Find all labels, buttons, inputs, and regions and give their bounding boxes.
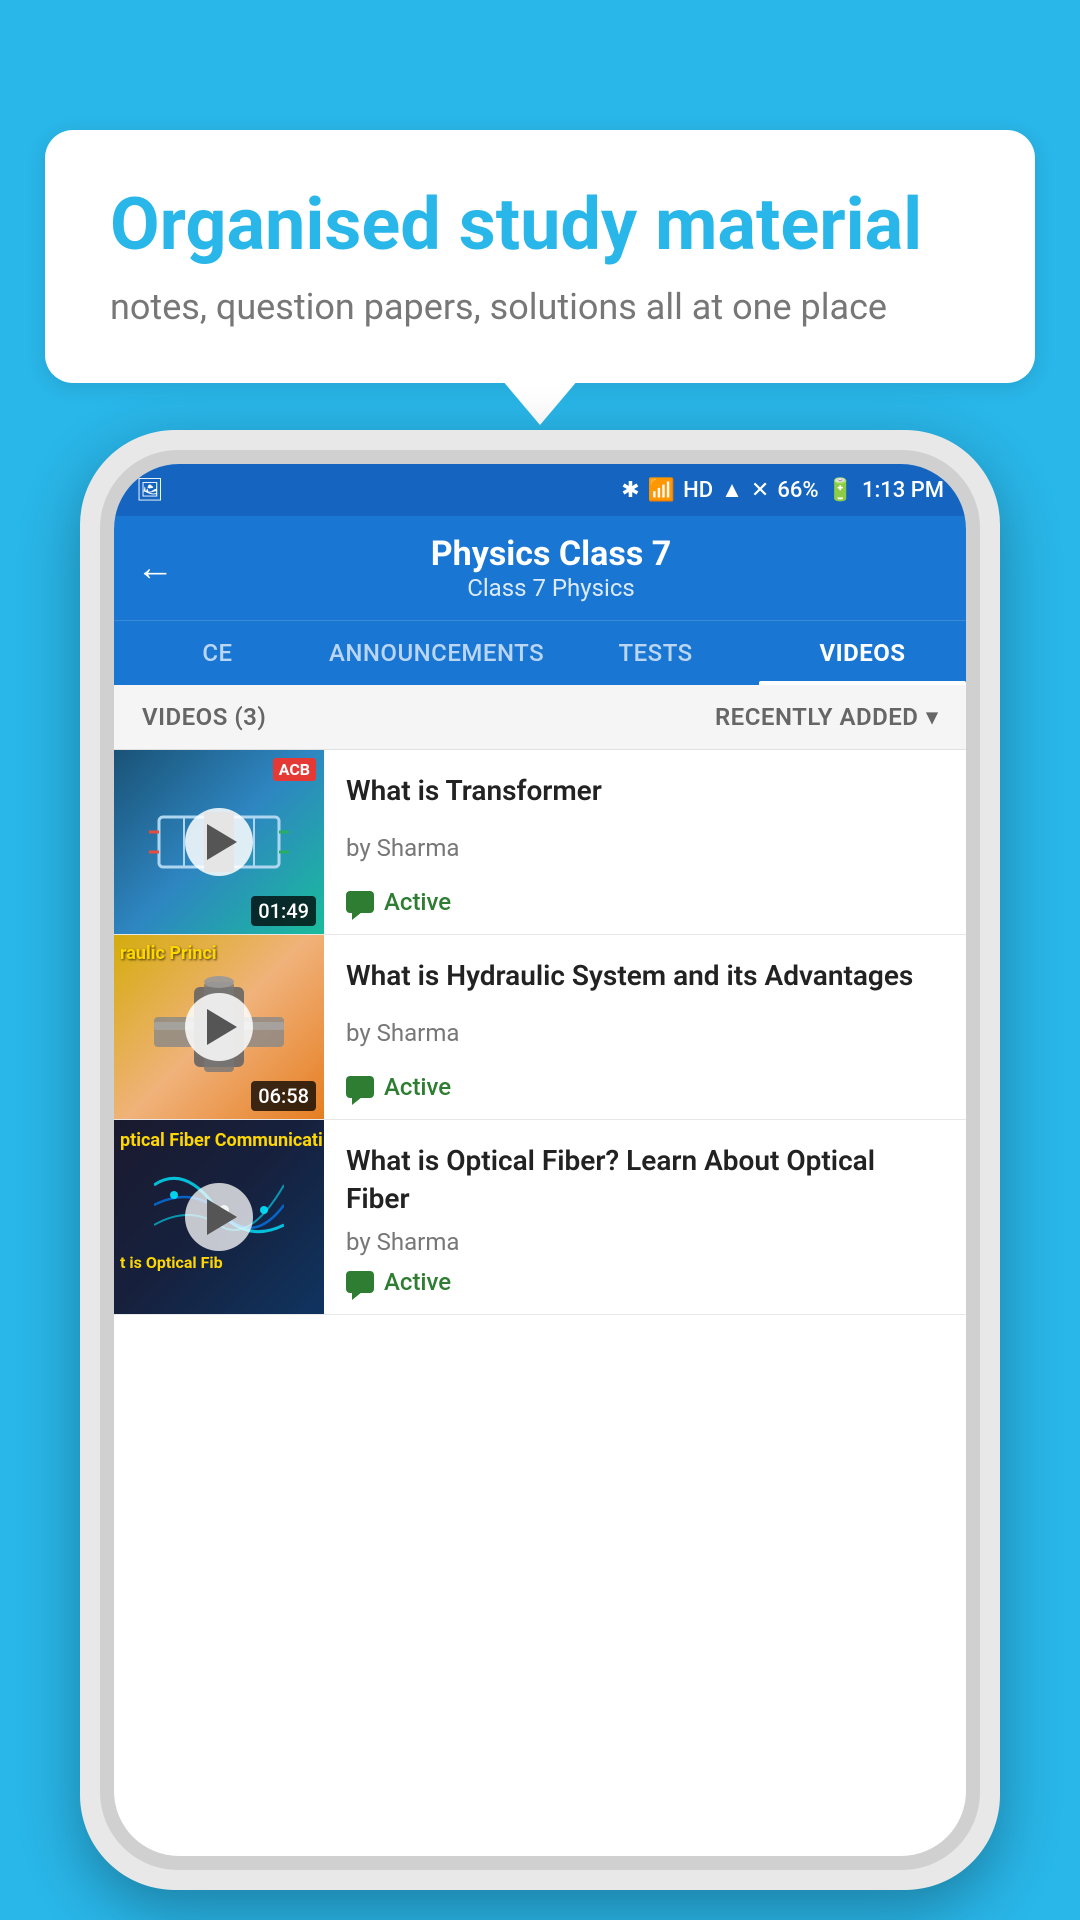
video-status: Active <box>346 888 944 916</box>
fiber-text-bottom: t is Optical Fib <box>120 1253 223 1272</box>
video-item-fiber[interactable]: ptical Fiber Communicati <box>114 1120 966 1315</box>
video-list: ACB 01:49 What is Transformer by Sharma … <box>114 750 966 1315</box>
status-label: Active <box>384 1268 451 1296</box>
video-thumbnail-transformer: ACB 01:49 <box>114 750 324 934</box>
breadcrumb: Class 7 Physics <box>196 574 906 602</box>
tab-announcements[interactable]: ANNOUNCEMENTS <box>321 621 552 685</box>
video-duration: 01:49 <box>251 896 316 926</box>
tabs-bar: CE ANNOUNCEMENTS TESTS VIDEOS <box>114 620 966 685</box>
video-status: Active <box>346 1268 944 1296</box>
play-button[interactable] <box>185 808 253 876</box>
video-title: What is Hydraulic System and its Advanta… <box>346 957 944 995</box>
acb-badge: ACB <box>273 758 316 781</box>
wifi-icon: ▲ <box>721 477 743 503</box>
video-thumbnail-fiber: ptical Fiber Communicati <box>114 1120 324 1314</box>
video-item-transformer[interactable]: ACB 01:49 What is Transformer by Sharma … <box>114 750 966 935</box>
videos-count: VIDEOS (3) <box>142 703 266 731</box>
video-author: by Sharma <box>346 1228 944 1256</box>
signal-icon: 📶 <box>648 478 675 503</box>
video-info-fiber: What is Optical Fiber? Learn About Optic… <box>324 1120 966 1314</box>
status-bar: 🖼 ✱ 📶 HD ▲ ✕ 66% 🔋 1:13 PM <box>114 464 966 516</box>
phone-outer: 🖼 ✱ 📶 HD ▲ ✕ 66% 🔋 1:13 PM ← <box>80 430 1000 1890</box>
tab-videos[interactable]: VIDEOS <box>759 621 966 685</box>
tab-tests[interactable]: TESTS <box>552 621 759 685</box>
phone-screen: 🖼 ✱ 📶 HD ▲ ✕ 66% 🔋 1:13 PM ← <box>114 464 966 1856</box>
header-title-block: Physics Class 7 Class 7 Physics <box>196 534 906 602</box>
app-title: Physics Class 7 <box>196 534 906 574</box>
hd-badge: HD <box>683 478 713 503</box>
videos-header: VIDEOS (3) RECENTLY ADDED ▾ <box>114 685 966 750</box>
status-label: Active <box>384 1073 451 1101</box>
video-duration: 06:58 <box>251 1081 316 1111</box>
play-button[interactable] <box>185 1183 253 1251</box>
video-item-hydraulic[interactable]: raulic Princi <box>114 935 966 1120</box>
time-label: 1:13 PM <box>862 478 944 503</box>
bubble-subtitle: notes, question papers, solutions all at… <box>110 286 970 328</box>
video-title: What is Transformer <box>346 772 944 810</box>
play-button[interactable] <box>185 993 253 1061</box>
network-icon: ✕ <box>751 478 769 503</box>
chat-icon <box>346 1076 374 1098</box>
video-status: Active <box>346 1073 944 1101</box>
video-title: What is Optical Fiber? Learn About Optic… <box>346 1142 944 1218</box>
photo-icon: 🖼 <box>136 478 164 503</box>
battery-icon: 🔋 <box>827 478 854 503</box>
thumb-overlay-text: raulic Princi <box>120 943 217 964</box>
sort-button[interactable]: RECENTLY ADDED ▾ <box>715 703 938 731</box>
back-button[interactable]: ← <box>136 549 174 587</box>
video-thumbnail-hydraulic: raulic Princi <box>114 935 324 1119</box>
video-info-transformer: What is Transformer by Sharma Active <box>324 750 966 934</box>
chat-icon <box>346 891 374 913</box>
video-author: by Sharma <box>346 834 944 862</box>
video-author: by Sharma <box>346 1019 944 1047</box>
phone-mockup: 🖼 ✱ 📶 HD ▲ ✕ 66% 🔋 1:13 PM ← <box>80 430 1000 1890</box>
speech-bubble: Organised study material notes, question… <box>45 130 1035 383</box>
video-info-hydraulic: What is Hydraulic System and its Advanta… <box>324 935 966 1119</box>
battery-label: 66% <box>777 478 818 503</box>
bubble-title: Organised study material <box>110 185 970 264</box>
app-header: ← Physics Class 7 Class 7 Physics <box>114 516 966 620</box>
play-icon <box>207 824 237 860</box>
tab-ce[interactable]: CE <box>114 621 321 685</box>
status-label: Active <box>384 888 451 916</box>
status-right: ✱ 📶 HD ▲ ✕ 66% 🔋 1:13 PM <box>621 477 944 503</box>
play-icon <box>207 1199 237 1235</box>
play-icon <box>207 1009 237 1045</box>
status-left: 🖼 <box>136 478 164 503</box>
chat-icon <box>346 1271 374 1293</box>
sort-label: RECENTLY ADDED <box>715 703 919 731</box>
bluetooth-icon: ✱ <box>621 478 639 503</box>
phone-inner: 🖼 ✱ 📶 HD ▲ ✕ 66% 🔋 1:13 PM ← <box>100 450 980 1870</box>
chevron-down-icon: ▾ <box>926 705 938 730</box>
